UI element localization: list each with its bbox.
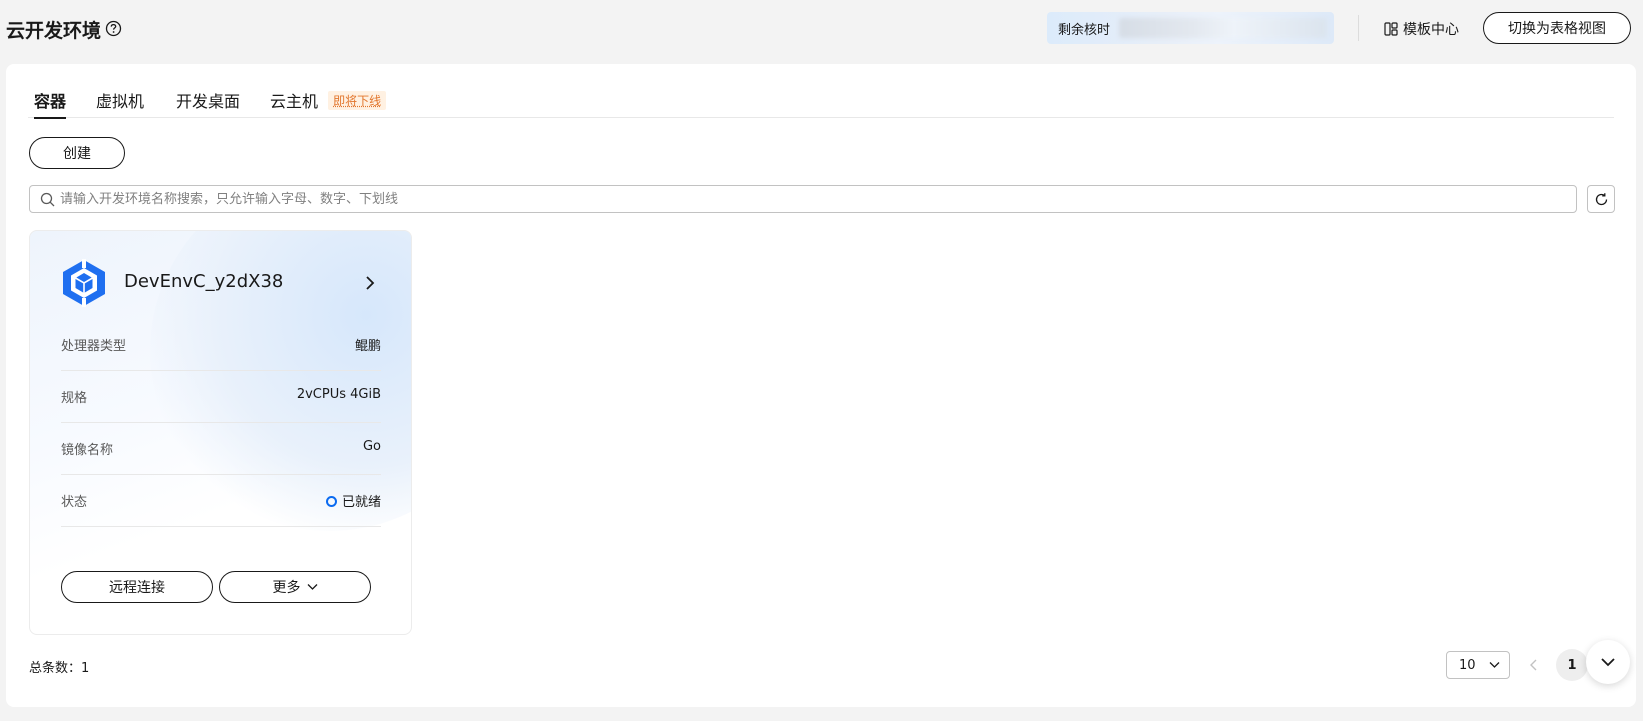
row-status: 状态 已就绪 <box>61 473 381 527</box>
page-number-current[interactable]: 1 <box>1556 649 1588 681</box>
template-center-label: 模板中心 <box>1403 22 1459 38</box>
remaining-core-hours-label: 剩余核时 <box>1058 23 1111 38</box>
row-value: 2vCPUs 4GiB <box>296 387 381 402</box>
row-label: 处理器类型 <box>61 339 127 354</box>
help-icon[interactable] <box>105 20 122 37</box>
template-grid-icon <box>1384 22 1398 36</box>
remote-connect-button[interactable]: 远程连接 <box>61 571 213 603</box>
switch-to-table-view-button[interactable]: 切换为表格视图 <box>1483 12 1631 44</box>
remote-connect-label: 远程连接 <box>109 580 165 596</box>
deprecation-badge: 即将下线 <box>328 91 387 110</box>
tab-cloud-host[interactable]: 云主机 即将下线 <box>270 88 387 118</box>
status-value: 已就绪 <box>325 491 381 510</box>
row-spec: 规格 2vCPUs 4GiB <box>61 369 381 423</box>
row-label: 状态 <box>61 495 88 510</box>
more-button[interactable]: 更多 <box>219 571 371 603</box>
remaining-core-hours: 剩余核时 <box>1047 12 1334 44</box>
remaining-core-hours-value-blurred <box>1119 18 1327 38</box>
chevron-down-icon <box>1601 658 1615 667</box>
tab-bar: 容器 虚拟机 开发桌面 云主机 即将下线 <box>28 78 1614 119</box>
refresh-icon <box>1595 192 1607 205</box>
row-value: 鲲鹏 <box>354 339 381 354</box>
page-title: 云开发环境 <box>6 20 102 42</box>
page-size-select[interactable]: 10 <box>1446 651 1510 679</box>
chevron-down-icon <box>307 584 317 590</box>
row-image-name: 镜像名称 Go <box>61 421 381 475</box>
dev-env-name[interactable]: DevEnvC_y2dX38 <box>124 271 283 292</box>
total-count: 总条数：1 <box>29 661 90 676</box>
tab-container[interactable]: 容器 <box>34 88 67 119</box>
search-icon <box>40 192 55 207</box>
scroll-down-button[interactable] <box>1586 640 1630 684</box>
status-ready-icon <box>325 496 337 507</box>
search-box <box>29 185 1577 213</box>
refresh-button[interactable] <box>1587 185 1615 213</box>
more-label: 更多 <box>272 580 301 596</box>
main-panel: 容器 虚拟机 开发桌面 云主机 即将下线 创建 请输入开发环境名称搜索，只允许输… <box>6 64 1636 707</box>
card-header[interactable]: DevEnvC_y2dX38 <box>61 259 381 307</box>
status-text: 已就绪 <box>341 495 381 510</box>
page-size-value: 10 <box>1459 658 1476 673</box>
tab-virtual-machine-label: 虚拟机 <box>96 92 145 111</box>
chevron-right-icon[interactable] <box>361 273 379 293</box>
row-processor-type: 处理器类型 鲲鹏 <box>61 317 381 371</box>
tab-dev-desktop-label: 开发桌面 <box>176 92 241 111</box>
tab-virtual-machine[interactable]: 虚拟机 <box>96 88 144 118</box>
tab-cloud-host-label: 云主机 <box>270 92 319 111</box>
page-header: 云开发环境 剩余核时 模板中心 切换为表格视图 <box>0 0 1643 64</box>
row-label: 镜像名称 <box>61 443 114 458</box>
create-button[interactable]: 创建 <box>29 137 125 169</box>
header-divider <box>1358 15 1359 41</box>
row-value: Go <box>362 439 381 454</box>
chevron-down-icon <box>1489 662 1500 668</box>
search-input[interactable] <box>60 188 1560 210</box>
dev-env-card: DevEnvC_y2dX38 处理器类型 鲲鹏 规格 2vCPUs 4GiB 镜… <box>29 230 412 635</box>
template-center-link[interactable]: 模板中心 <box>1384 19 1459 39</box>
prev-page-icon[interactable] <box>1528 657 1540 673</box>
row-label: 规格 <box>61 391 88 406</box>
tab-dev-desktop[interactable]: 开发桌面 <box>176 88 240 118</box>
container-cube-icon <box>63 259 105 307</box>
tab-container-label: 容器 <box>34 92 67 111</box>
